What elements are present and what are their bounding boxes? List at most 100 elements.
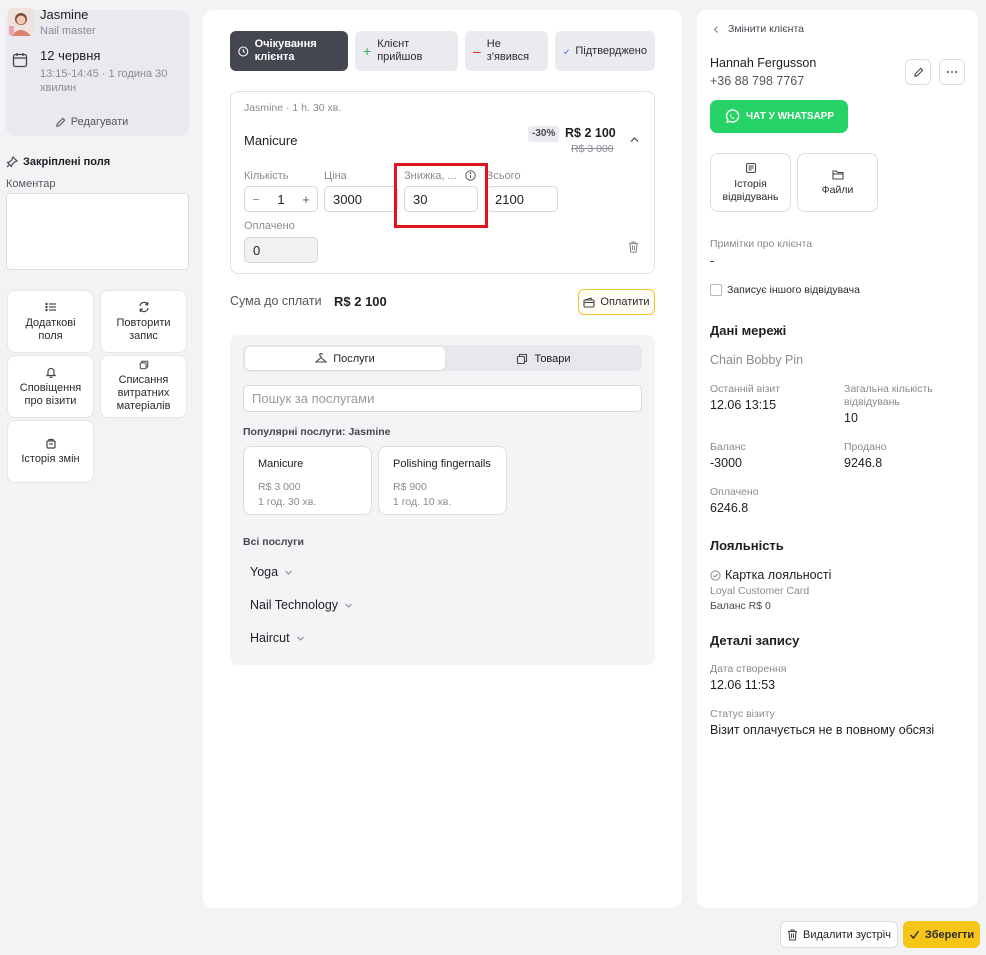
writeoff-materials-label: Списання витратних матеріалів bbox=[116, 374, 171, 412]
comment-input[interactable] bbox=[6, 193, 189, 270]
popular-service-price: R$ 900 bbox=[393, 481, 427, 493]
other-visitor-label: Записує іншого відвідувача bbox=[727, 284, 860, 296]
pencil-icon bbox=[913, 67, 923, 77]
pinned-fields: Закріплені поля bbox=[6, 156, 110, 168]
edit-label: Редагувати bbox=[70, 116, 129, 128]
loyalty-card-name: Loyal Customer Card bbox=[710, 585, 810, 597]
document-icon bbox=[745, 162, 756, 173]
popular-service-name: Polishing fingernails bbox=[393, 458, 491, 470]
network-paid-label: Оплачено bbox=[710, 486, 759, 498]
save-button[interactable]: Зберегти bbox=[903, 921, 980, 948]
tab-goods[interactable]: Товари bbox=[445, 347, 642, 370]
comment-label: Коментар bbox=[6, 178, 56, 190]
popular-service-duration: 1 год. 10 хв. bbox=[393, 496, 452, 508]
change-client-button[interactable]: Змінити клієнта bbox=[712, 23, 804, 35]
created-label: Дата створення bbox=[710, 663, 787, 675]
network-paid-value: 6246.8 bbox=[710, 501, 749, 515]
staff-name: Jasmine bbox=[40, 7, 89, 22]
status-no-show-label: Не з'явився bbox=[486, 38, 530, 63]
category-nail-technology[interactable]: Nail Technology bbox=[250, 598, 353, 612]
edit-client-button[interactable] bbox=[905, 59, 931, 85]
service-search-input[interactable]: Пошук за послугами bbox=[243, 385, 642, 412]
visit-notifications-button[interactable]: Сповіщення про візити bbox=[7, 355, 94, 418]
popular-service-card[interactable]: Manicure R$ 3 000 1 год. 30 хв. bbox=[243, 446, 372, 515]
wallet-icon bbox=[583, 296, 595, 308]
discount-badge: -30% bbox=[528, 126, 560, 142]
service-meta: Jasmine · 1 h. 30 хв. bbox=[244, 102, 342, 114]
pay-label: Оплатити bbox=[600, 296, 650, 308]
amount-due-value: R$ 2 100 bbox=[334, 294, 387, 309]
checkbox-box[interactable] bbox=[710, 284, 722, 296]
chevron-down-icon bbox=[285, 570, 292, 575]
service-name: Manicure bbox=[244, 133, 298, 148]
quantity-stepper[interactable]: − 1 + bbox=[244, 186, 318, 212]
status-confirmed-button[interactable]: Підтверджено bbox=[555, 31, 655, 71]
status-arrived-button[interactable]: + Клієнт прийшов bbox=[355, 31, 458, 71]
check-icon bbox=[563, 48, 569, 54]
pinned-fields-label: Закріплені поля bbox=[23, 156, 111, 168]
qty-value: 1 bbox=[277, 191, 285, 207]
category-label: Nail Technology bbox=[250, 598, 339, 612]
badge-check-icon bbox=[710, 569, 721, 581]
change-history-button[interactable]: Історія змін bbox=[7, 420, 94, 483]
category-label: Haircut bbox=[250, 631, 290, 645]
total-input[interactable]: 2100 bbox=[486, 186, 558, 212]
price-label: Ціна bbox=[324, 170, 347, 182]
trash-icon bbox=[788, 928, 798, 941]
last-visit-value: 12.06 13:15 bbox=[710, 398, 777, 412]
box-icon bbox=[517, 353, 528, 364]
history-icon bbox=[45, 438, 56, 449]
writeoff-materials-button[interactable]: Списання витратних матеріалів bbox=[100, 355, 187, 418]
additional-fields-button[interactable]: Додаткові поля bbox=[7, 290, 94, 353]
tab-services[interactable]: Послуги bbox=[245, 347, 445, 370]
category-label: Yoga bbox=[250, 565, 279, 579]
repeat-booking-button[interactable]: Повторити запис bbox=[100, 290, 187, 353]
price-input[interactable]: 3000 bbox=[324, 186, 398, 212]
qty-label: Кількість bbox=[244, 170, 289, 182]
change-history-label: Історія змін bbox=[21, 453, 80, 465]
service-price: R$ 2 100 bbox=[565, 126, 616, 140]
calendar-icon bbox=[12, 52, 28, 68]
service-old-price: R$ 3 000 bbox=[571, 143, 614, 155]
client-notes-label: Примітки про клієнта bbox=[710, 238, 813, 250]
files-button[interactable]: Файли bbox=[797, 153, 878, 212]
popular-service-price: R$ 3 000 bbox=[258, 481, 301, 493]
pencil-icon bbox=[55, 117, 66, 127]
minus-icon[interactable]: − bbox=[245, 192, 267, 207]
total-visits-value: 10 bbox=[844, 411, 858, 425]
hanger-icon bbox=[315, 353, 328, 363]
chevron-left-icon bbox=[713, 25, 718, 33]
more-options-button[interactable] bbox=[939, 59, 965, 85]
total-visits-label: Загальна кількість відвідувань bbox=[844, 383, 933, 408]
edit-booking-button[interactable]: Редагувати bbox=[0, 116, 183, 128]
delete-meeting-button[interactable]: Видалити зустріч bbox=[780, 921, 898, 948]
staff-role: Nail master bbox=[40, 25, 96, 37]
visit-history-button[interactable]: Історія відвідувань bbox=[710, 153, 791, 212]
booking-details-title: Деталі запису bbox=[710, 633, 800, 648]
whatsapp-chat-button[interactable]: ЧАТ У WHATSAPP bbox=[710, 100, 848, 133]
client-phone: +36 88 798 7767 bbox=[710, 74, 805, 88]
collapse-chevron-up-icon[interactable] bbox=[629, 134, 640, 145]
other-visitor-checkbox[interactable]: Записує іншого відвідувача bbox=[710, 284, 860, 296]
trash-icon[interactable] bbox=[628, 241, 639, 253]
status-waiting-label: Очікування клієнта bbox=[254, 38, 317, 63]
visit-notifications-label: Сповіщення про візити bbox=[19, 381, 82, 407]
loyalty-card-balance: Баланс R$ 0 bbox=[710, 600, 771, 612]
status-confirmed-label: Підтверджено bbox=[575, 44, 647, 57]
balance-label: Баланс bbox=[710, 441, 746, 453]
more-dots-icon bbox=[947, 71, 957, 73]
visit-history-label: Історія відвідувань bbox=[722, 177, 779, 203]
minus-icon: – bbox=[473, 42, 481, 59]
status-no-show-button[interactable]: – Не з'явився bbox=[465, 31, 548, 71]
status-waiting-button[interactable]: Очікування клієнта bbox=[230, 31, 348, 71]
plus-icon[interactable]: + bbox=[295, 192, 317, 207]
pay-button[interactable]: Оплатити bbox=[578, 289, 655, 315]
paid-label: Оплачено bbox=[244, 220, 295, 232]
category-yoga[interactable]: Yoga bbox=[250, 565, 293, 579]
paid-input[interactable]: 0 bbox=[244, 237, 318, 263]
box-icon bbox=[139, 360, 148, 370]
repeat-booking-label: Повторити запис bbox=[116, 316, 171, 342]
popular-service-card[interactable]: Polishing fingernails R$ 900 1 год. 10 х… bbox=[378, 446, 507, 515]
whatsapp-label: ЧАТ У WHATSAPP bbox=[745, 111, 835, 122]
category-haircut[interactable]: Haircut bbox=[250, 631, 305, 645]
